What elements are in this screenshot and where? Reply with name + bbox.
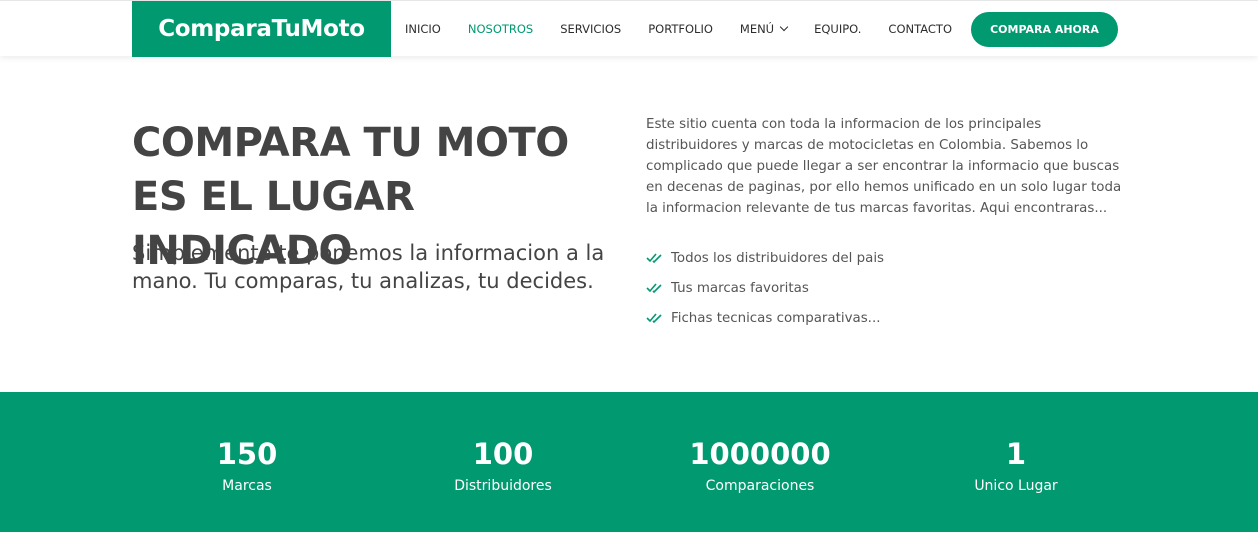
stat-label: Comparaciones	[705, 478, 815, 494]
double-check-icon	[646, 313, 662, 324]
stat-value: 100	[472, 437, 534, 471]
list-item: Todos los distribuidores del pais	[646, 243, 884, 273]
nav-item-servicios[interactable]: SERVICIOS	[560, 22, 621, 36]
feature-list: Todos los distribuidores del pais Tus ma…	[646, 243, 884, 333]
list-item: Fichas tecnicas comparativas...	[646, 303, 884, 333]
compara-ahora-button[interactable]: COMPARA AHORA	[971, 12, 1118, 47]
main-nav: INICIO NOSOTROS SERVICIOS PORTFOLIO MENÚ…	[405, 1, 979, 57]
stat-value: 150	[216, 437, 278, 471]
stat-label: Distribuidores	[454, 478, 552, 494]
stat-label: Marcas	[222, 478, 272, 494]
feature-label: Tus marcas favoritas	[671, 280, 809, 296]
stat-comparaciones: 1000000 Comparaciones	[640, 436, 880, 496]
brand-logo[interactable]: ComparaTuMoto	[132, 1, 391, 57]
stat-value: 1	[1005, 437, 1027, 471]
feature-label: Todos los distribuidores del pais	[671, 250, 885, 266]
nav-item-contacto[interactable]: CONTACTO	[888, 22, 952, 36]
nav-item-nosotros[interactable]: NOSOTROS	[468, 22, 533, 36]
stat-label: Unico Lugar	[974, 478, 1058, 494]
double-check-icon	[646, 253, 662, 264]
stats-band: 150 Marcas 100 Distribuidores 1000000 Co…	[0, 392, 1258, 532]
nav-item-equipo[interactable]: EQUIPO.	[814, 22, 861, 36]
list-item: Tus marcas favoritas	[646, 273, 884, 303]
stat-unico-lugar: 1 Unico Lugar	[896, 436, 1136, 496]
feature-label: Fichas tecnicas comparativas...	[671, 310, 881, 326]
double-check-icon	[646, 283, 662, 294]
stat-value: 1000000	[689, 437, 831, 471]
nav-item-menu-label: MENÚ	[739, 22, 775, 36]
nav-item-menu[interactable]: MENÚ	[739, 22, 789, 36]
hero-subtitle: Simplemente te ponemos la informacion a …	[132, 241, 605, 293]
site-header: ComparaTuMoto INICIO NOSOTROS SERVICIOS …	[0, 0, 1258, 57]
stat-distribuidores: 100 Distribuidores	[383, 436, 623, 496]
hero-description: Este sitio cuenta con toda la informacio…	[646, 117, 1122, 216]
nav-item-portfolio[interactable]: PORTFOLIO	[648, 22, 713, 36]
chevron-down-icon	[779, 22, 789, 32]
stat-marcas: 150 Marcas	[127, 436, 367, 496]
nav-item-inicio[interactable]: INICIO	[405, 22, 441, 36]
